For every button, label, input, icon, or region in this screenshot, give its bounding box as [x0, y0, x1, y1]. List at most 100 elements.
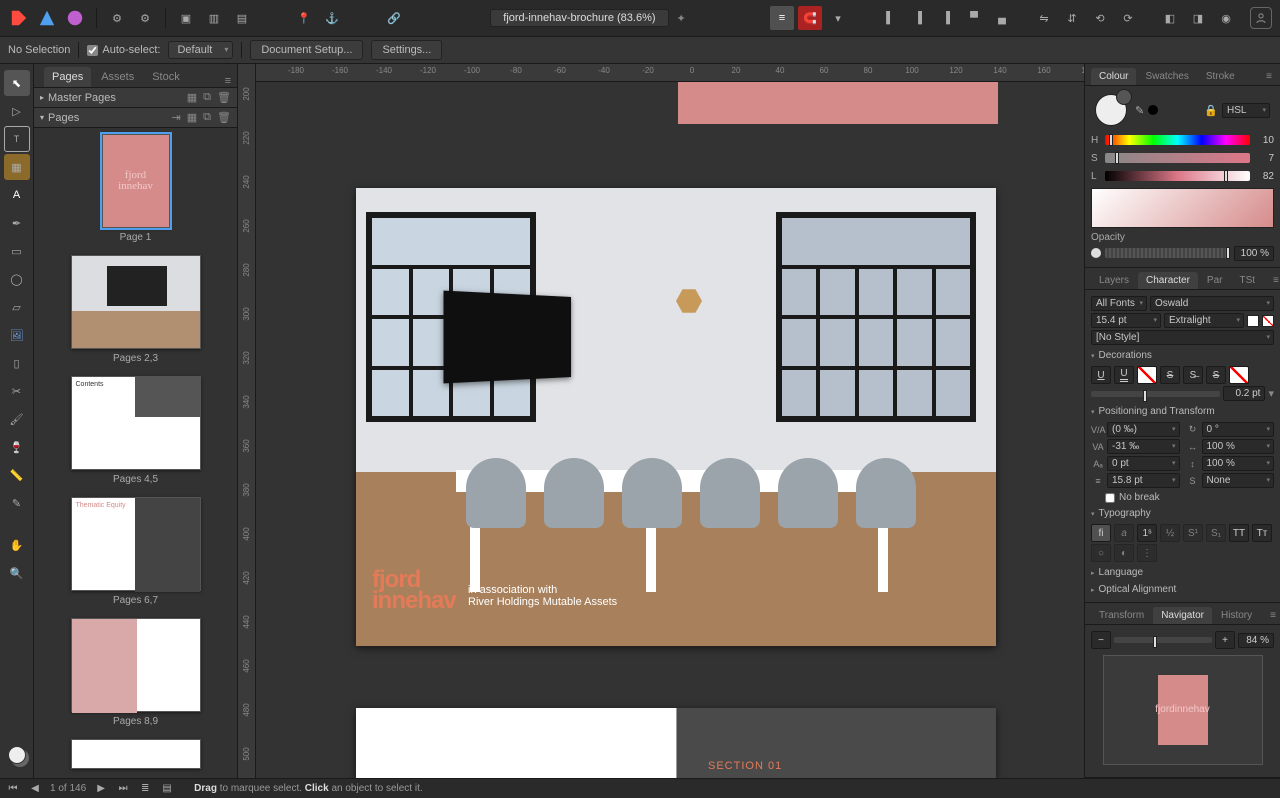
navigator-preview[interactable]: fjordinnehav [1103, 655, 1263, 765]
group-icon[interactable]: ◧ [1158, 6, 1182, 30]
tab-layers[interactable]: Layers [1091, 272, 1137, 289]
pin-icon[interactable]: 📍 [292, 6, 316, 30]
strike-color-btn[interactable] [1229, 366, 1249, 384]
preflight2-icon[interactable]: ▤ [160, 782, 174, 796]
opacity-value[interactable]: 100 % [1234, 246, 1274, 261]
panel-menu-icon[interactable]: ≡ [1265, 272, 1280, 289]
tab-stock[interactable]: Stock [144, 67, 188, 87]
zoom-out-btn[interactable]: − [1091, 631, 1111, 649]
underline-color-btn[interactable] [1137, 366, 1157, 384]
strike2-btn[interactable]: S [1206, 366, 1226, 384]
rotate-ccw-icon[interactable]: ⟲ [1088, 6, 1112, 30]
document-settings-icon[interactable]: ⚙ [133, 6, 157, 30]
language-header[interactable]: Language [1091, 564, 1274, 581]
ot-3-btn[interactable]: ⋮ [1137, 544, 1157, 562]
master-pages-header[interactable]: ▸Master Pages ▦ ⧉ 🗑 [34, 88, 237, 108]
font-weight-dropdown[interactable]: Extralight [1164, 313, 1244, 328]
decoration-weight-field[interactable]: 0.2 pt [1223, 386, 1265, 401]
no-break-checkbox[interactable]: No break [1091, 490, 1274, 505]
page-thumb[interactable]: Pages 8,9 [34, 618, 237, 727]
tab-assets[interactable]: Assets [93, 67, 142, 87]
ungroup-icon[interactable]: ◨ [1186, 6, 1210, 30]
zoom-in-btn[interactable]: + [1215, 631, 1235, 649]
pan-tool[interactable]: ✋ [4, 532, 30, 558]
document-setup-button[interactable]: Document Setup... [250, 40, 363, 60]
italic-alt-btn[interactable]: a [1114, 524, 1134, 542]
smallcaps-btn[interactable]: Tᴛ [1252, 524, 1272, 542]
pen-tool[interactable]: ✒ [4, 210, 30, 236]
zoom-field[interactable]: 84 % [1238, 633, 1274, 648]
shear-field[interactable]: None [1202, 473, 1275, 488]
spread-4-5[interactable]: SECTION 01 [356, 708, 996, 778]
delete-master-icon[interactable]: 🗑 [217, 91, 231, 104]
merge-icon[interactable]: ◉ [1214, 6, 1238, 30]
auto-select-checkbox[interactable]: Auto-select: [87, 44, 160, 56]
panel-menu-icon[interactable]: ≡ [219, 75, 237, 87]
baseline-field[interactable]: 0 pt [1107, 456, 1180, 471]
page-thumb[interactable]: fjordinnehav Page 1 [34, 134, 237, 243]
spread-2-3[interactable]: fjordinnehav in association withRiver Ho… [356, 188, 996, 646]
duplicate-master-icon[interactable]: ⧉ [203, 91, 211, 104]
preflight-icon[interactable]: ≣ [138, 782, 152, 796]
canvas[interactable]: 2002202402602803003203403603804004204404… [238, 64, 1084, 778]
kerning-field[interactable]: -31 ‰ [1107, 439, 1180, 454]
strike-btn[interactable]: S [1160, 366, 1180, 384]
ot-1-btn[interactable]: ○ [1091, 544, 1111, 562]
tint-swatch[interactable] [1148, 105, 1158, 115]
zoom-tool[interactable]: 🔍 [4, 560, 30, 586]
auto-select-mode-dropdown[interactable]: Default [168, 41, 233, 59]
photo-app-icon[interactable] [64, 7, 86, 29]
tab-character[interactable]: Character [1138, 272, 1198, 289]
lock-icon[interactable]: 🔒 [1204, 104, 1218, 117]
rotation-field[interactable]: 0 ° [1202, 422, 1275, 437]
tab-pages[interactable]: Pages [44, 67, 91, 87]
fill-tool[interactable]: 🖌 [4, 406, 30, 432]
ordinals-btn[interactable]: 1ˢ [1137, 524, 1157, 542]
designer-app-icon[interactable] [36, 7, 58, 29]
move-tool[interactable]: ⬉ [4, 70, 30, 96]
add-page-icon[interactable]: ▦ [187, 111, 197, 124]
eyedropper-icon[interactable]: ✎ [1135, 104, 1144, 117]
anchor-icon[interactable]: ⚓ [320, 6, 344, 30]
underline-btn[interactable]: U [1091, 366, 1111, 384]
account-icon[interactable] [1250, 7, 1272, 29]
publisher-app-icon[interactable] [8, 7, 30, 29]
picture-frame-tool[interactable]: ▱ [4, 294, 30, 320]
preferences-icon[interactable]: ⚙ [105, 6, 129, 30]
align-left-icon[interactable]: ▌ [878, 6, 902, 30]
stepper-icon[interactable]: ▾ [1268, 387, 1274, 400]
zoom-slider[interactable] [1114, 637, 1212, 643]
decoration-weight-slider[interactable] [1091, 391, 1220, 397]
align-center-icon[interactable]: ▐ [906, 6, 930, 30]
align-top-icon[interactable]: ▀ [962, 6, 986, 30]
optical-alignment-header[interactable]: Optical Alignment [1091, 581, 1274, 598]
node-tool[interactable]: ▷ [4, 98, 30, 124]
delete-page-icon[interactable]: 🗑 [217, 111, 231, 124]
panel-menu-icon[interactable]: ≡ [1258, 68, 1280, 85]
fill-stroke-swatch[interactable] [1095, 94, 1127, 126]
align-right-icon[interactable]: ▐ [934, 6, 958, 30]
scalex-field[interactable]: 100 % [1202, 439, 1275, 454]
ellipse-tool[interactable]: ◯ [4, 266, 30, 292]
pages-header[interactable]: ▾Pages ⇥ ▦ ⧉ 🗑 [34, 108, 237, 128]
tab-history[interactable]: History [1213, 607, 1260, 624]
horizontal-ruler[interactable]: -180-160-140-120-100-80-60-40-2002040608… [256, 64, 1084, 82]
eyedropper-tool[interactable]: ✎ [4, 490, 30, 516]
rotate-cw-icon[interactable]: ⟳ [1116, 6, 1140, 30]
tab-stroke[interactable]: Stroke [1198, 68, 1243, 85]
fractions-btn[interactable]: ½ [1160, 524, 1180, 542]
table-tool[interactable]: ▦ [4, 154, 30, 180]
decorations-header[interactable]: Decorations [1091, 347, 1274, 364]
place-image-tool[interactable]: 🖼 [4, 322, 30, 348]
ligatures-btn[interactable]: fi [1091, 524, 1111, 542]
view-mode-2-icon[interactable]: ▥ [202, 6, 226, 30]
light-slider[interactable] [1105, 171, 1250, 181]
settings-button[interactable]: Settings... [371, 40, 442, 60]
rectangle-tool[interactable]: ▭ [4, 238, 30, 264]
text-frame-tool[interactable]: T [4, 126, 30, 152]
document-dirty-star-icon[interactable]: ✦ [677, 12, 686, 25]
document-title[interactable]: fjord-innehav-brochure (83.6%) [490, 9, 668, 27]
colorspace-dropdown[interactable]: HSL [1222, 103, 1270, 118]
panel-menu-icon[interactable]: ≡ [1262, 607, 1280, 624]
crop-tool[interactable]: ✂ [4, 378, 30, 404]
